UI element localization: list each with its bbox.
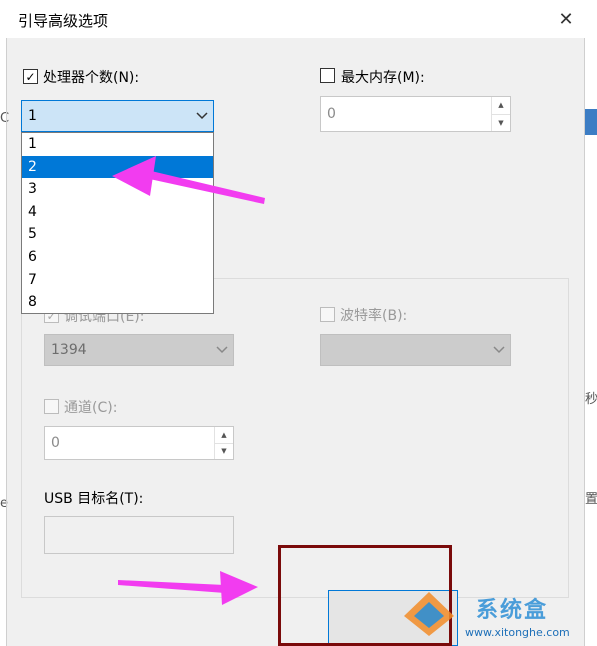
annotation-arrow	[118, 571, 258, 605]
annotation-arrows	[112, 156, 265, 605]
annotation-arrow	[112, 156, 265, 204]
